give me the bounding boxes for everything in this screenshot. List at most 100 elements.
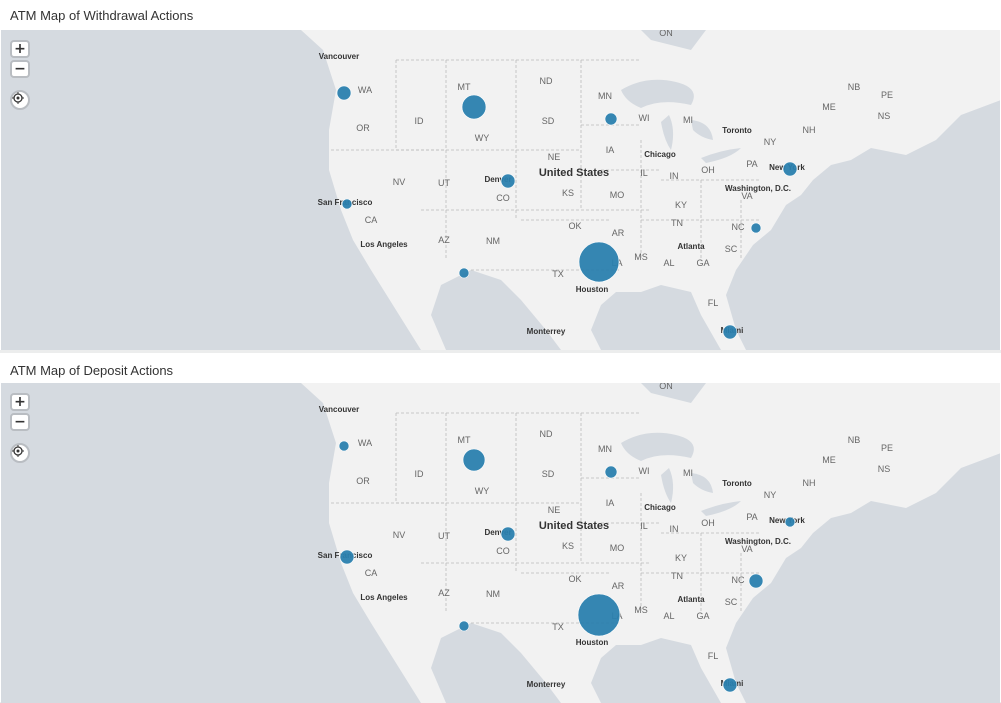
state-label: GA [696,258,709,268]
bubble-marker[interactable] [722,324,738,340]
state-label: OH [701,518,715,528]
state-label: MN [598,444,612,454]
state-label: NC [732,575,745,585]
zoom-out-button[interactable]: − [10,413,30,431]
state-label: CO [496,193,510,203]
bubble-marker[interactable] [462,448,486,472]
state-label: NS [878,111,891,121]
locate-button[interactable] [10,90,30,110]
bubble-marker[interactable] [604,112,618,126]
city-label: Houston [576,638,609,647]
state-label: NE [548,152,561,162]
state-label: WI [639,113,650,123]
state-label: PA [746,512,757,522]
city-label: Los Angeles [360,240,408,249]
map-area[interactable]: United States WA OR MT ID WY NV UT CO CA AZ NM ND SD N… [1,30,1000,350]
state-label: NV [393,177,406,187]
state-label: IL [640,168,648,178]
state-label: WA [358,85,372,95]
state-label: WY [475,133,490,143]
city-label: Washington, D.C. [725,184,791,193]
locate-button[interactable] [10,443,30,463]
city-label: Chicago [644,150,676,159]
country-label: United States [539,167,609,179]
state-label: NB [848,435,861,445]
city-label: Chicago [644,503,676,512]
bubble-marker[interactable] [604,465,618,479]
state-label: ND [540,76,553,86]
bubble-marker[interactable] [577,593,621,637]
state-label: OK [568,221,581,231]
bubble-marker[interactable] [750,222,762,234]
state-label: WY [475,486,490,496]
state-label: IL [640,521,648,531]
state-label: PA [746,159,757,169]
state-label: NH [803,125,816,135]
state-label: ME [822,455,836,465]
state-label: MI [683,115,693,125]
state-label: FL [708,298,719,308]
bubble-marker[interactable] [748,573,764,589]
state-label: KS [562,541,574,551]
zoom-in-button[interactable]: + [10,393,30,411]
state-label: AZ [438,235,450,245]
state-label: ND [540,429,553,439]
state-label: NY [764,490,777,500]
state-label: FL [708,651,719,661]
bubble-marker[interactable] [461,94,487,120]
bubble-marker[interactable] [784,516,796,528]
state-label: NM [486,589,500,599]
state-label: ON [659,30,673,38]
state-label: KS [562,188,574,198]
map-canvas[interactable]: United States WA OR MT ID WY NV UT CO CA AZ NM ND SD N… [1,383,1000,703]
bubble-marker[interactable] [500,173,516,189]
state-label: GA [696,611,709,621]
bubble-marker[interactable] [722,677,738,693]
state-label: TN [671,218,683,228]
state-label: OK [568,574,581,584]
city-label: Toronto [722,126,752,135]
state-label: CO [496,546,510,556]
city-label: Atlanta [677,242,705,251]
city-label: Houston [576,285,609,294]
state-label: WI [639,466,650,476]
state-label: AZ [438,588,450,598]
state-label: AR [612,228,625,238]
panel-title: ATM Map of Withdrawal Actions [10,8,194,23]
state-label: UT [438,178,450,188]
state-label: IN [670,524,679,534]
state-label: NH [803,478,816,488]
map-area[interactable]: United States WA OR MT ID WY NV UT CO CA AZ NM ND SD N… [1,383,1000,703]
city-label: Monterrey [527,680,566,689]
city-label: Atlanta [677,595,705,604]
bubble-marker[interactable] [339,549,355,565]
state-label: MT [458,435,471,445]
bubble-marker[interactable] [782,161,798,177]
state-label: MS [634,252,648,262]
zoom-out-button[interactable]: − [10,60,30,78]
zoom-in-button[interactable]: + [10,40,30,58]
state-label: MT [458,82,471,92]
bubble-marker[interactable] [336,85,352,101]
bubble-marker[interactable] [341,198,353,210]
bubble-marker[interactable] [458,267,470,279]
panel-title: ATM Map of Deposit Actions [10,363,174,378]
bubble-marker[interactable] [338,440,350,452]
bubble-marker[interactable] [578,241,620,283]
state-label: SC [725,244,738,254]
crosshair-icon [12,92,24,104]
state-label: UT [438,531,450,541]
state-label: NV [393,530,406,540]
country-label: United States [539,520,609,532]
state-label: IN [670,171,679,181]
state-label: OR [356,123,370,133]
bubble-marker[interactable] [458,620,470,632]
crosshair-icon [12,445,24,457]
map-canvas[interactable]: United States WA OR MT ID WY NV UT CO CA AZ NM ND SD N… [1,30,1000,350]
state-label: PE [881,90,893,100]
state-label: MN [598,91,612,101]
state-label: CA [365,215,378,225]
state-label: WA [358,438,372,448]
city-label: Los Angeles [360,593,408,602]
bubble-marker[interactable] [500,526,516,542]
